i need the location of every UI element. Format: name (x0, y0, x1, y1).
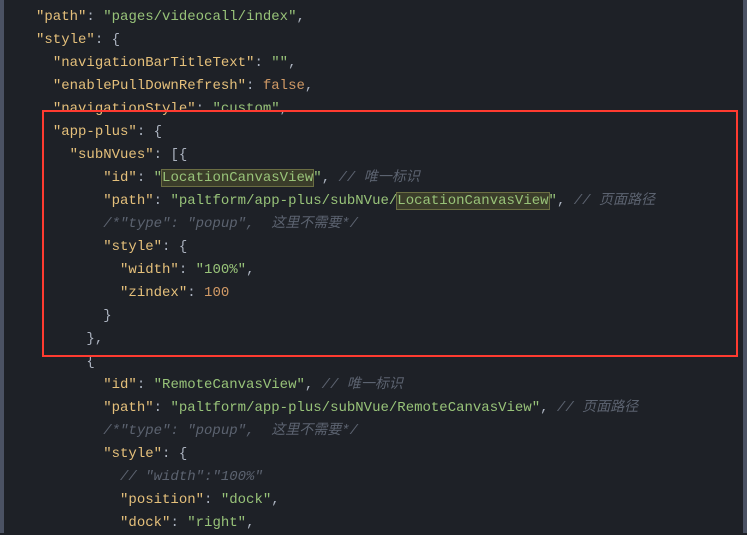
code-editor[interactable]: "path": "pages/videocall/index", "style"… (0, 0, 747, 533)
code-line: } (10, 305, 743, 328)
code-line: "style": { (10, 443, 743, 466)
code-line: { (10, 351, 743, 374)
code-line: "zindex": 100 (10, 282, 743, 305)
code-line: "navigationBarTitleText": "", (10, 52, 743, 75)
code-line: // "width":"100%" (10, 466, 743, 489)
search-match: LocationCanvasView (162, 170, 313, 186)
code-line: "id": "RemoteCanvasView", // 唯一标识 (10, 374, 743, 397)
code-line: "position": "dock", (10, 489, 743, 512)
code-line: /*"type": "popup", 这里不需要*/ (10, 213, 743, 236)
code-line: "path": "paltform/app-plus/subNVue/Remot… (10, 397, 743, 420)
code-line: "app-plus": { (10, 121, 743, 144)
code-line: }, (10, 328, 743, 351)
code-line: "path": "pages/videocall/index", (10, 6, 743, 29)
code-line: "style": { (10, 29, 743, 52)
code-line: "style": { (10, 236, 743, 259)
code-line: "path": "paltform/app-plus/subNVue/Locat… (10, 190, 743, 213)
code-line: "width": "100%", (10, 259, 743, 282)
code-line: "dock": "right", (10, 512, 743, 535)
code-line: /*"type": "popup", 这里不需要*/ (10, 420, 743, 443)
code-line: "enablePullDownRefresh": false, (10, 75, 743, 98)
code-line: "subNVues": [{ (10, 144, 743, 167)
search-match: LocationCanvasView (397, 193, 548, 209)
code-line: "id": "LocationCanvasView", // 唯一标识 (10, 167, 743, 190)
code-line: "navigationStyle": "custom", (10, 98, 743, 121)
